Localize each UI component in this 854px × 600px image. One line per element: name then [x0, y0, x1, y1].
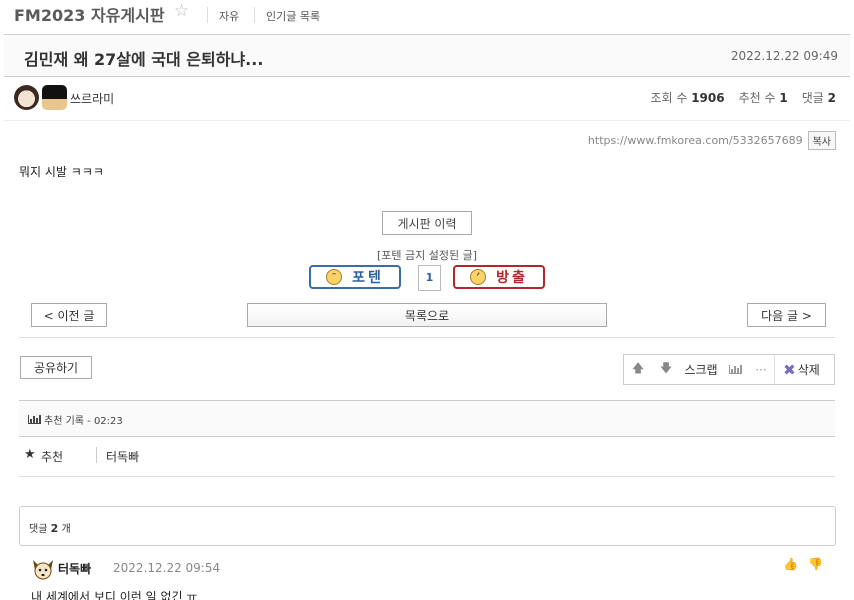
author-name[interactable]: 쓰르라미: [70, 90, 114, 107]
comment-stat: 댓글 2: [801, 91, 836, 105]
post-url[interactable]: https://www.fmkorea.com/5332657689: [588, 134, 803, 147]
author-level-icon: [42, 85, 67, 110]
author-avatar: [14, 85, 39, 110]
post-author-bar: 쓰르라미 조회 수 1906 추천 수 1 댓글 2: [4, 77, 850, 121]
favorite-star-icon[interactable]: ☆: [174, 1, 189, 21]
comment-author[interactable]: 터독빠: [58, 560, 91, 577]
comment-count: 댓글 2 개: [29, 522, 71, 535]
thumbs-down-icon[interactable]: 👎: [808, 557, 823, 571]
board-link-free[interactable]: 자유: [219, 8, 239, 24]
scrap-button[interactable]: 스크랩: [680, 355, 722, 384]
smile-face-icon: ᵔ: [326, 269, 343, 285]
vote-log[interactable]: 추천 기록 - 02:23: [28, 412, 123, 427]
commenter-avatar: [33, 560, 53, 580]
poten-forbidden-label: [포텐 금지 설정된 글]: [376, 249, 478, 262]
recommend-label: 추천: [41, 450, 64, 464]
copy-url-button[interactable]: 복사: [807, 131, 836, 150]
arrow-down-icon[interactable]: 🡇: [652, 355, 680, 384]
comment-date: 2022.12.22 09:54: [113, 561, 221, 575]
vote-log-label: 추천 기록 - 02:23: [44, 416, 123, 427]
post-url-row: https://www.fmkorea.com/5332657689 복사: [588, 131, 836, 150]
sad-face-icon: ᐟ: [470, 269, 487, 285]
more-icon[interactable]: ···: [748, 355, 774, 384]
vote-log-bar: 추천 기록 - 02:23: [19, 400, 835, 437]
poten-button[interactable]: ᵔ 포텐: [309, 265, 401, 289]
divider: [96, 447, 97, 463]
delete-label: 삭제: [797, 363, 820, 377]
next-post-button[interactable]: 다음 글 >: [747, 303, 826, 327]
recommenders-row: ★ 추천 터독빠: [19, 437, 835, 477]
board-header: FM2023 자유게시판 ☆ 자유 인기글 목록: [0, 0, 854, 32]
delete-button[interactable]: ✖ 삭제: [774, 355, 828, 384]
comment-text: 내 세계에서 보디 이런 일 없긴 ㅠ: [31, 590, 198, 600]
thumbs-up-icon[interactable]: 👍: [783, 557, 798, 571]
post-title-bar: 김민재 왜 27살에 국대 은퇴하냐... 2022.12.22 09:49: [4, 34, 850, 77]
post-date: 2022.12.22 09:49: [730, 49, 838, 63]
x-icon: ✖: [783, 360, 796, 379]
views-stat: 조회 수 1906: [650, 91, 725, 105]
poten-count: 1: [418, 265, 441, 291]
post-title[interactable]: 김민재 왜 27살에 국대 은퇴하냐...: [24, 46, 263, 70]
divider: [254, 7, 255, 23]
recommender-name[interactable]: 터독빠: [106, 448, 139, 465]
post-stats: 조회 수 1906 추천 수 1 댓글 2: [650, 89, 836, 106]
recommend-stat: 추천 수 1: [738, 91, 788, 105]
bar-chart-icon[interactable]: [722, 355, 748, 384]
poten-label: 포텐: [352, 270, 384, 286]
divider: [19, 337, 835, 338]
post-body: 뭐지 시발 ㅋㅋㅋ: [19, 165, 104, 179]
board-history-button[interactable]: 게시판 이력: [382, 211, 472, 235]
back-to-list-button[interactable]: 목록으로: [247, 303, 607, 327]
comment-header: 댓글 2 개: [19, 506, 836, 546]
bar-chart-icon: [28, 415, 41, 424]
star-icon: ★: [24, 447, 36, 462]
board-link-popular[interactable]: 인기글 목록: [266, 8, 320, 24]
divider: [207, 7, 208, 23]
share-button[interactable]: 공유하기: [20, 356, 92, 379]
prev-post-button[interactable]: < 이전 글: [31, 303, 107, 327]
ban-label: 방출: [496, 270, 528, 286]
arrow-up-icon[interactable]: 🡅: [624, 355, 652, 384]
ban-button[interactable]: ᐟ 방출: [453, 265, 545, 289]
post-toolbar: 🡅 🡇 스크랩 ··· ✖ 삭제: [623, 354, 835, 385]
board-title[interactable]: FM2023 자유게시판: [14, 2, 165, 26]
